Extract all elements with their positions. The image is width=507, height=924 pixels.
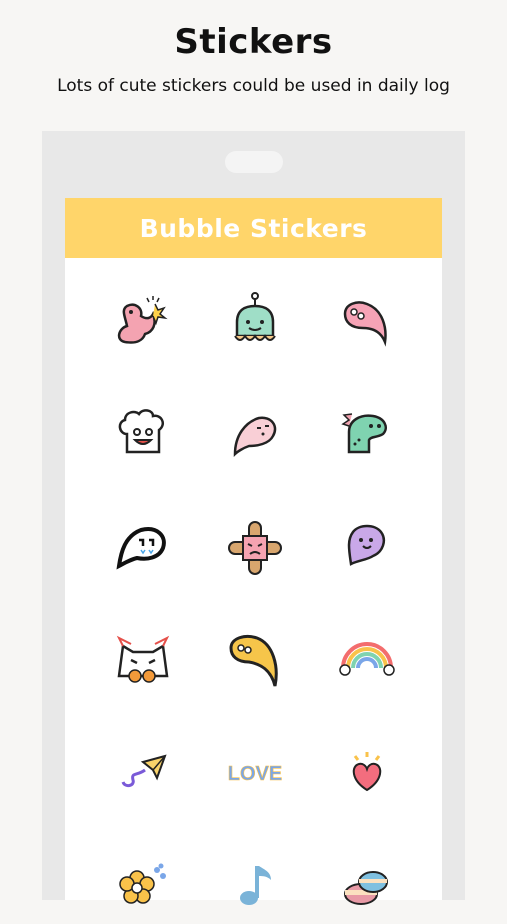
love-text-icon: LOVE (227, 763, 282, 786)
black-bubble-icon (116, 527, 166, 570)
sticker-item[interactable] (103, 396, 183, 476)
pink-dino-icon (117, 296, 168, 344)
sticker-item[interactable] (327, 508, 407, 588)
sticker-item[interactable] (103, 620, 183, 700)
pink-bubble-icon (343, 301, 387, 347)
sticker-item[interactable] (103, 284, 183, 364)
macaron-icon (344, 871, 388, 905)
sticker-panel-title: Bubble Stickers (139, 213, 368, 243)
sticker-item[interactable]: LOVE (215, 732, 295, 812)
green-dino-icon (341, 413, 387, 454)
sticker-panel-header: Bubble Stickers (65, 198, 442, 258)
love-text: LOVE (228, 763, 282, 785)
rainbow-icon (339, 642, 395, 676)
sticker-item[interactable] (215, 284, 295, 364)
sticker-item[interactable] (327, 620, 407, 700)
sticker-item[interactable] (215, 396, 295, 476)
angry-cat-icon (116, 635, 170, 683)
music-note-icon (240, 866, 271, 905)
chef-hat-icon (118, 409, 164, 454)
sticker-item[interactable] (215, 508, 295, 588)
heart-icon (352, 752, 382, 792)
sticker-item[interactable] (327, 396, 407, 476)
purple-bubble-icon (347, 524, 385, 566)
sticker-item[interactable] (327, 732, 407, 812)
sticker-item[interactable] (103, 508, 183, 588)
mint-jellyfish-icon (234, 292, 276, 341)
bandaged-face-icon (228, 521, 282, 575)
phone-mockup: Bubble Stickers LOVE (42, 131, 465, 905)
paper-plane-icon (121, 754, 167, 788)
sticker-item[interactable] (215, 844, 295, 924)
sticker-item[interactable] (103, 732, 183, 812)
phone-screen: Bubble Stickers LOVE (65, 198, 442, 905)
page-subtitle: Lots of cute stickers could be used in d… (57, 76, 450, 96)
phone-notch (225, 151, 283, 173)
yellow-bubble-icon (229, 634, 278, 687)
sticker-item[interactable] (103, 844, 183, 924)
sticker-item[interactable] (215, 620, 295, 700)
pink-ghost-bubble-icon (233, 416, 277, 458)
sticker-item[interactable] (327, 284, 407, 364)
page-title: Stickers (174, 22, 333, 62)
yellow-flower-icon (119, 863, 166, 904)
sticker-item[interactable] (327, 844, 407, 924)
